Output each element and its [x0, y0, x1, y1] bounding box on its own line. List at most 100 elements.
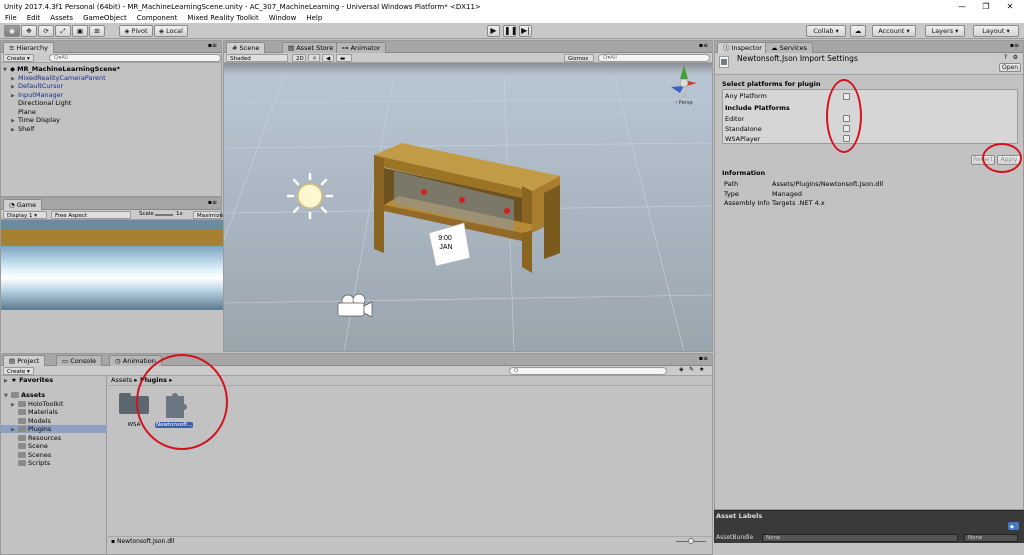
maximize-toggle[interactable]: Maximize [193, 211, 223, 219]
tab-inspector[interactable]: ⓘ Inspector [717, 42, 768, 53]
inspector-title: Newtonsoft.Json Import Settings [737, 54, 858, 63]
persp-label: ‹ Persp [675, 100, 692, 106]
scene-search-input[interactable]: Q▾All [598, 54, 710, 62]
local-toggle[interactable]: ◈ Local [154, 25, 188, 37]
lighting-toggle[interactable]: ☼ [308, 54, 320, 62]
folder-models[interactable]: Models [18, 417, 51, 425]
asset-bundle-dropdown[interactable]: None [762, 534, 958, 542]
filter-type-icon[interactable]: ◈ [679, 366, 684, 373]
folder-scenes[interactable]: Scenes [18, 451, 51, 459]
folder-scene[interactable]: Scene [18, 442, 48, 450]
info-assembly-key: Assembly Info [724, 199, 770, 207]
menu-component[interactable]: Component [132, 14, 183, 22]
help-icon[interactable]: ? [1004, 54, 1007, 61]
menu-mixed-reality-toolkit[interactable]: Mixed Reality Toolkit [182, 14, 263, 22]
icon-size-slider-knob[interactable] [688, 538, 694, 544]
hand-tool-button[interactable]: ◉ [4, 25, 20, 37]
panel-menu-icon[interactable]: ▪≡ [1010, 42, 1019, 49]
hierarchy-item-shelf[interactable]: ▶ Shelf [11, 125, 34, 133]
close-button[interactable]: ✕ [1000, 0, 1020, 13]
filter-label-icon[interactable]: ✎ [689, 366, 694, 373]
open-button[interactable]: Open [999, 63, 1021, 72]
game-viewport[interactable] [1, 220, 223, 353]
scale-tool-button[interactable]: ⤢ [55, 25, 71, 37]
folder-resources[interactable]: Resources [18, 434, 61, 442]
project-search-input[interactable]: Q [509, 367, 667, 375]
transform-icon: ⊞ [94, 27, 100, 35]
rect-tool-button[interactable]: ▣ [72, 25, 88, 37]
aspect-dropdown[interactable]: Free Aspect [51, 211, 131, 219]
tab-animation-label: Animation [122, 357, 156, 365]
hierarchy-item-inputmanager[interactable]: ▶ InputManager [11, 91, 63, 99]
breadcrumb-assets[interactable]: Assets ▸ [111, 376, 137, 384]
layout-dropdown[interactable]: Layout ▾ [973, 25, 1019, 37]
hierarchy-item-plane[interactable]: Plane [18, 108, 36, 116]
tab-project-label: Project [17, 357, 40, 365]
inspector-header: Newtonsoft.Json Import Settings ? ⚙ Open [715, 53, 1023, 75]
pause-button[interactable]: ❚❚ [503, 25, 517, 37]
menu-window[interactable]: Window [264, 14, 302, 22]
panel-menu-icon[interactable]: ▪≡ [699, 42, 708, 49]
tab-asset-store[interactable]: ▤ Asset Store [282, 42, 340, 53]
effects-dropdown[interactable]: ▬ [336, 54, 352, 62]
hierarchy-item-time-display[interactable]: ▶ Time Display [11, 116, 60, 124]
cloud-button[interactable]: ☁ [850, 25, 866, 37]
display-dropdown[interactable]: Display 1 ▾ [3, 211, 47, 219]
annotation-circle-apply [982, 143, 1022, 173]
folder-materials[interactable]: Materials [18, 408, 58, 416]
menu-gameobject[interactable]: GameObject [78, 14, 132, 22]
panel-menu-icon[interactable]: ▪≡ [699, 355, 708, 362]
scene-root-item[interactable]: ▼ ◆ MR_MachineLearningScene* [3, 65, 120, 73]
settings-gear-icon[interactable]: ⚙ [1013, 54, 1018, 61]
menu-assets[interactable]: Assets [45, 14, 78, 22]
scene-viewport[interactable]: 9:00 JAN ‹ Persp [224, 63, 712, 351]
tab-scene[interactable]: # Scene [226, 42, 266, 53]
shading-mode-dropdown[interactable]: Shaded [226, 54, 288, 62]
tab-project[interactable]: ▤ Project [3, 355, 46, 366]
selected-file-path: ▪ Newtonsoft.Json.dll [111, 538, 174, 545]
project-panel: ▤ Project ▭ Console ◷ Animation ▪≡ Creat… [0, 353, 713, 555]
menu-file[interactable]: File [0, 14, 22, 22]
hierarchy-item-directional-light[interactable]: Directional Light [18, 99, 71, 107]
tab-services[interactable]: ☁ Services [765, 42, 813, 53]
panel-menu-icon[interactable]: ▪≡ [208, 199, 217, 206]
panel-menu-icon[interactable]: ▪≡ [208, 42, 217, 49]
collab-button[interactable]: Collab ▾ [806, 25, 846, 37]
tab-console[interactable]: ▭ Console [56, 355, 103, 366]
hierarchy-item-label: MixedRealityCameraParent [18, 74, 106, 82]
hierarchy-item-defaultcursor[interactable]: ▶ DefaultCursor [11, 82, 63, 90]
favorite-star-icon[interactable]: ★ [699, 366, 704, 373]
step-button[interactable]: ▶| [519, 25, 532, 37]
assets-item[interactable]: ▼ Assets [4, 391, 45, 399]
asset-variant-dropdown[interactable]: None [964, 534, 1018, 542]
layers-dropdown[interactable]: Layers ▾ [925, 25, 965, 37]
tab-hierarchy[interactable]: ≡ Hierarchy [3, 42, 54, 53]
2d-toggle[interactable]: 2D [292, 54, 306, 62]
gizmos-dropdown[interactable]: Gizmos ▾ [564, 54, 594, 70]
cloud-icon: ☁ [771, 44, 778, 52]
folder-holotoolkit[interactable]: ▶ HoloToolkit [11, 400, 63, 408]
audio-toggle[interactable]: ◀ [322, 54, 334, 62]
favorites-item[interactable]: ▶ ★ Favorites [4, 376, 53, 384]
account-button[interactable]: Account ▾ [872, 25, 916, 37]
tab-game[interactable]: ◔ Game [3, 199, 43, 210]
restore-button[interactable]: ❐ [976, 0, 996, 13]
pivot-toggle[interactable]: ◈ Pivot [119, 25, 153, 37]
transform-tool-button[interactable]: ⊞ [89, 25, 105, 37]
project-create-button[interactable]: Create ▾ [3, 367, 34, 375]
minimize-button[interactable]: — [952, 0, 972, 13]
move-tool-button[interactable]: ✥ [21, 25, 37, 37]
folder-plugins[interactable]: ▶ Plugins [1, 425, 107, 433]
play-button[interactable]: ▶ [487, 25, 500, 37]
menu-help[interactable]: Help [301, 14, 327, 22]
hierarchy-search-input[interactable]: Q▾All [49, 54, 221, 62]
scale-slider[interactable] [155, 214, 173, 216]
grid-icon: # [232, 44, 238, 52]
rotate-tool-button[interactable]: ⟳ [38, 25, 54, 37]
label-tag-button[interactable]: ◆ [1008, 522, 1019, 530]
hierarchy-item-mixedrealitycameraparent[interactable]: ▶ MixedRealityCameraParent [11, 74, 106, 82]
tab-animator[interactable]: ⊶ Animator [336, 42, 387, 53]
menu-edit[interactable]: Edit [22, 14, 46, 22]
folder-scripts[interactable]: Scripts [18, 459, 50, 467]
hierarchy-create-button[interactable]: Create ▾ [3, 54, 34, 62]
